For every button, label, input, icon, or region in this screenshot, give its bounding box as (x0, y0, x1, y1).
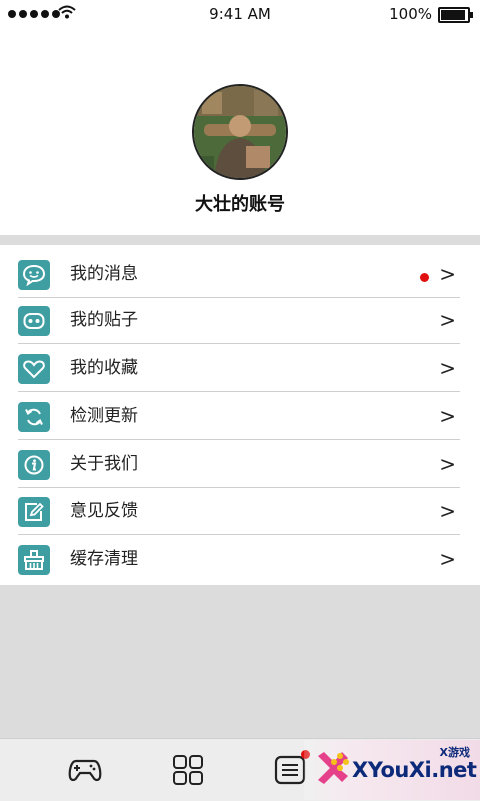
watermark-brand: XYouXi.net (352, 758, 477, 782)
tab-games[interactable] (67, 752, 103, 788)
refresh-icon (18, 402, 50, 432)
menu-item-about[interactable]: 关于我们 > (0, 440, 480, 488)
menu-item-label: 我的贴子 (70, 310, 138, 330)
profile-header: 大壮的账号 (0, 30, 480, 235)
menu-item-label: 关于我们 (70, 454, 138, 474)
menu-item-label: 我的消息 (70, 264, 138, 284)
menu-item-label: 检测更新 (70, 406, 138, 426)
menu-item-label: 意见反馈 (70, 501, 138, 521)
account-name: 大壮的账号 (195, 194, 285, 215)
broom-icon (18, 545, 50, 575)
tab-list[interactable] (272, 750, 310, 788)
gamepad-icon (68, 759, 102, 782)
grid-icon (173, 755, 203, 785)
status-bar: 9:41 AM 100% (0, 0, 480, 30)
menu-item-clear-cache[interactable]: 缓存清理 > (0, 535, 480, 583)
menu-item-label: 缓存清理 (70, 549, 138, 569)
unread-badge (420, 273, 429, 282)
message-smile-icon (18, 260, 50, 290)
chevron-right-icon: > (439, 547, 456, 571)
chevron-right-icon: > (439, 308, 456, 332)
list-icon (274, 755, 306, 785)
battery-percent: 100% (389, 5, 432, 23)
menu-item-feedback[interactable]: 意见反馈 > (0, 487, 480, 535)
chevron-right-icon: > (439, 262, 456, 286)
menu-item-check-update[interactable]: 检测更新 > (0, 392, 480, 440)
info-icon (18, 450, 50, 480)
battery-icon (438, 7, 473, 23)
menu-item-favorites[interactable]: 我的收藏 > (0, 344, 480, 392)
tab-categories[interactable] (170, 752, 206, 788)
avatar[interactable] (192, 84, 288, 180)
edit-icon (18, 497, 50, 527)
menu-item-messages[interactable]: 我的消息 > (0, 250, 480, 298)
chevron-right-icon: > (439, 404, 456, 428)
watermark-logo-icon (318, 752, 349, 784)
menu-item-posts[interactable]: 我的贴子 > (0, 296, 480, 344)
chevron-right-icon: > (439, 452, 456, 476)
chevron-right-icon: > (439, 356, 456, 380)
chevron-right-icon: > (439, 499, 456, 523)
menu-list: 我的消息 > 我的贴子 > 我的收藏 > 检测更新 > 关于我们 > 意见反馈 … (0, 245, 480, 585)
watermark: X游戏 XYouXi.net (304, 740, 480, 800)
post-icon (18, 306, 50, 336)
heart-icon (18, 354, 50, 384)
menu-item-label: 我的收藏 (70, 358, 138, 378)
